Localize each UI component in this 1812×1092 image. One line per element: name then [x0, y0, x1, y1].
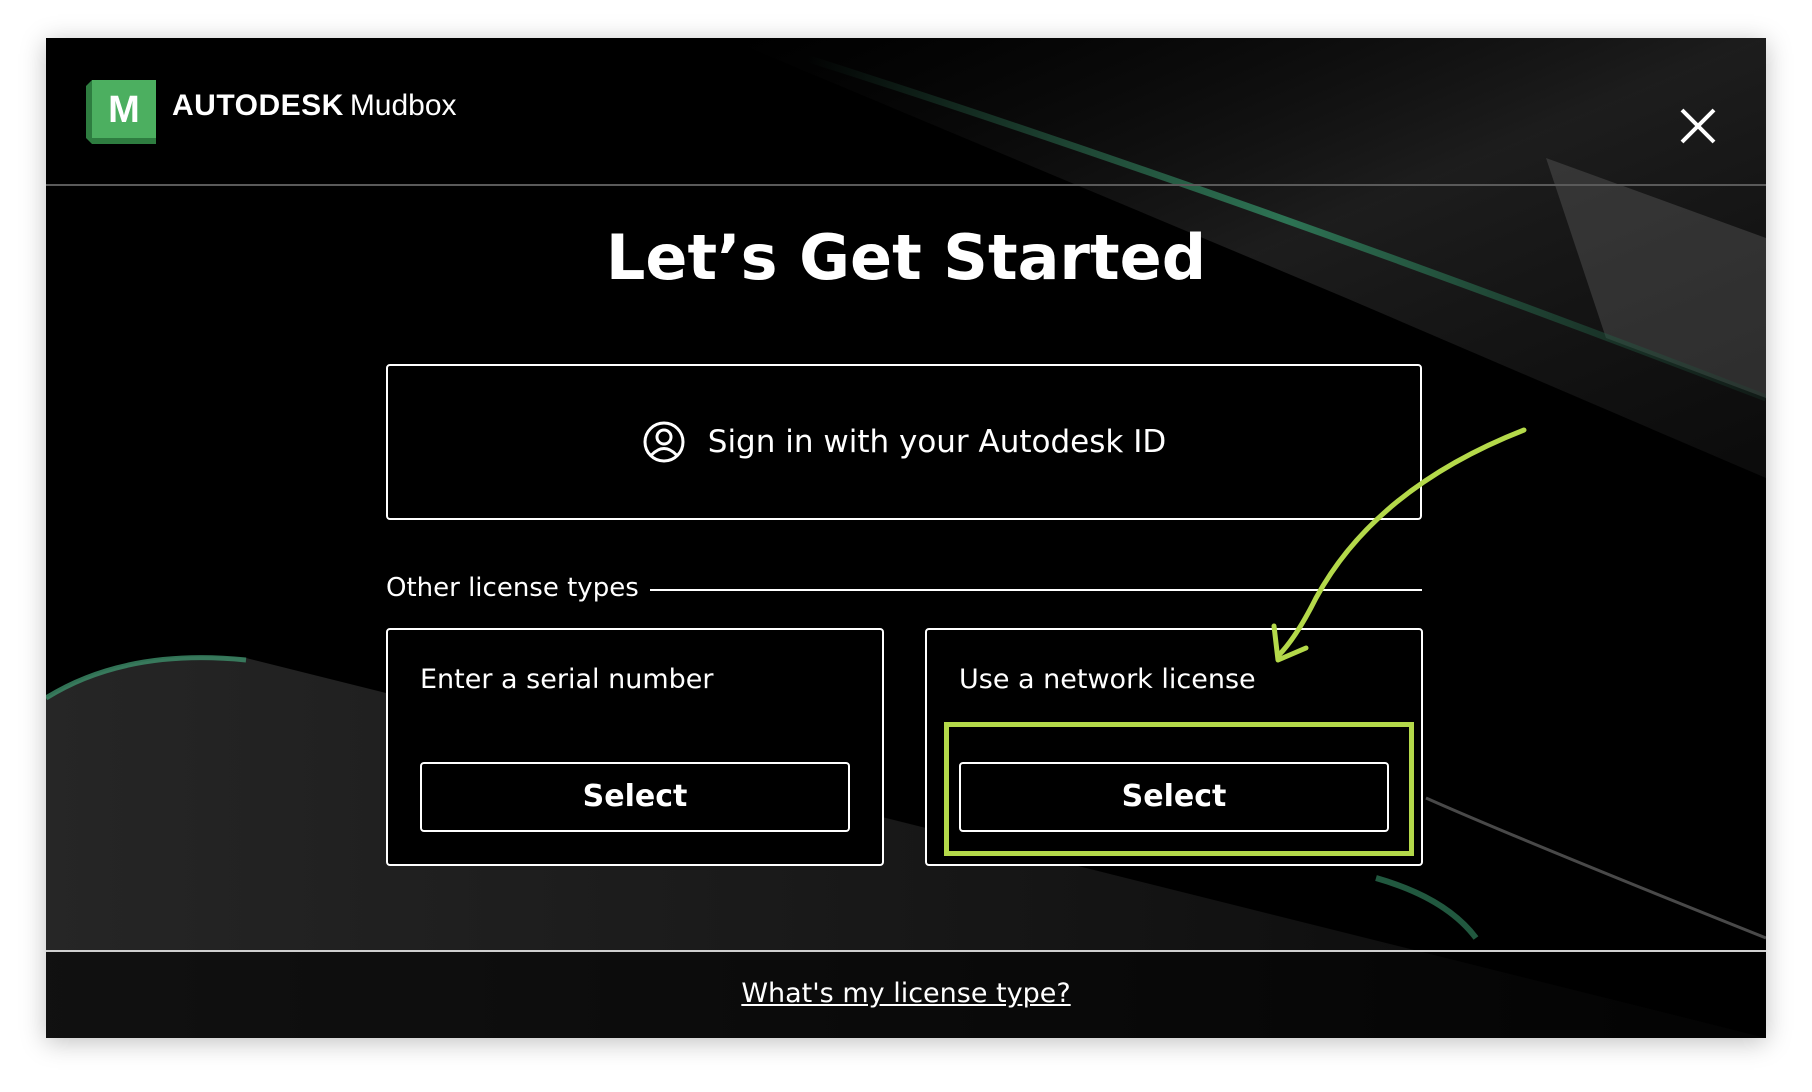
brand-company: AUTODESK [172, 89, 344, 122]
page-title: Let’s Get Started [605, 221, 1207, 294]
brand-product: Mudbox [349, 89, 457, 122]
mudbox-logo-icon: M [86, 80, 156, 144]
serial-select-button[interactable]: Select [420, 762, 850, 832]
other-license-label: Other license types [386, 573, 639, 603]
brand-name: AUTODESK Mudbox [172, 86, 457, 126]
section-divider [650, 589, 1422, 591]
background-decoration [46, 38, 1766, 1038]
network-license-title: Use a network license [959, 664, 1256, 695]
arrow-annotation-icon [1271, 427, 1527, 663]
login-dialog: M AUTODESK Mudbox Let’s Get Started Sign … [46, 38, 1766, 1038]
license-type-link[interactable]: What's my license type? [46, 976, 1766, 1012]
close-icon[interactable] [1678, 106, 1718, 146]
sign-in-button[interactable]: Sign in with your Autodesk ID [386, 364, 1422, 520]
logo-letter: M [108, 89, 140, 131]
serial-number-card: Enter a serial number Select [386, 628, 884, 866]
user-circle-icon [643, 421, 685, 463]
dialog-footer: What's my license type? [46, 950, 1766, 1038]
dialog-header: M AUTODESK Mudbox [46, 38, 1766, 186]
serial-number-title: Enter a serial number [420, 664, 714, 695]
network-license-card: Use a network license Select [925, 628, 1423, 866]
sign-in-label: Sign in with your Autodesk ID [707, 424, 1167, 460]
network-select-button[interactable]: Select [959, 762, 1389, 832]
